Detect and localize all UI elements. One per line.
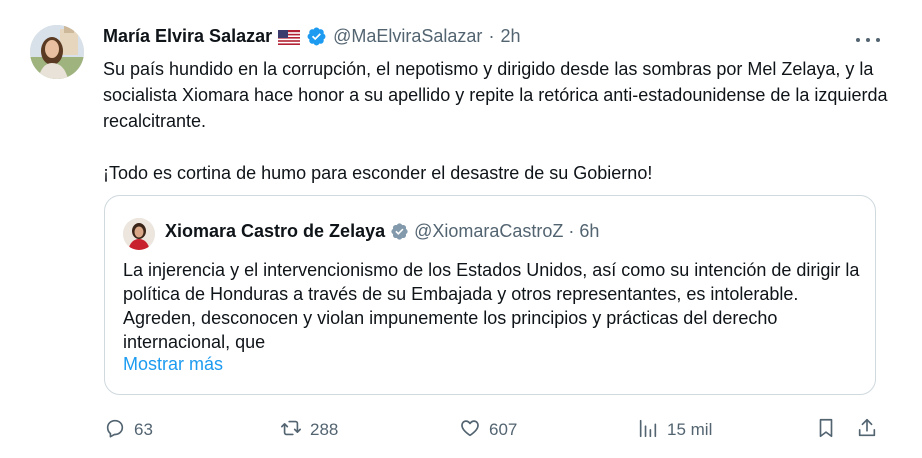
quoted-avatar-image — [123, 218, 155, 250]
repost-count: 288 — [310, 420, 339, 439]
views-count: 15 mil — [667, 420, 713, 439]
share-button[interactable] — [856, 418, 878, 442]
quoted-author-name: Xiomara Castro de Zelaya — [165, 221, 386, 241]
author-avatar[interactable] — [30, 25, 84, 79]
like-button[interactable]: 607 — [459, 418, 517, 442]
more-horizontal-icon[interactable] — [856, 32, 880, 48]
quoted-timestamp: 6h — [579, 221, 600, 241]
heart-icon — [459, 417, 481, 444]
tweet-text: Su país hundido en la corrupción, el nep… — [103, 56, 893, 186]
tweet-action-bar: 63 288 607 15 mil — [0, 418, 922, 442]
repost-icon — [280, 417, 302, 444]
quoted-tweet-card[interactable]: Xiomara Castro de Zelaya @XiomaraCastroZ… — [104, 195, 876, 395]
reply-icon — [104, 417, 126, 444]
verified-badge-icon[interactable] — [306, 26, 327, 47]
like-count: 607 — [489, 420, 518, 439]
reply-button[interactable]: 63 — [104, 418, 153, 442]
quoted-author-handle: @XiomaraCastroZ — [414, 221, 564, 241]
quoted-author-avatar — [123, 218, 155, 250]
separator-dot: · — [488, 25, 495, 46]
separator-dot: · — [568, 221, 575, 241]
timestamp[interactable]: 2h — [500, 26, 520, 47]
author-handle[interactable]: @MaElviraSalazar — [333, 26, 482, 47]
views-chart-icon — [637, 417, 659, 444]
avatar-image — [30, 25, 84, 79]
tweet-paragraph: ¡Todo es cortina de humo para esconder e… — [103, 163, 653, 183]
author-name[interactable]: María Elvira Salazar — [103, 26, 272, 47]
share-icon — [856, 417, 878, 444]
tweet-header: María Elvira Salazar @MaElviraSalazar · … — [103, 24, 520, 48]
tweet-paragraph: Su país hundido en la corrupción, el nep… — [103, 59, 888, 131]
verified-badge-icon — [390, 222, 409, 241]
us-flag-icon — [278, 29, 301, 45]
quoted-tweet-header: Xiomara Castro de Zelaya @XiomaraCastroZ… — [165, 221, 599, 242]
reply-count: 63 — [134, 420, 153, 439]
quoted-tweet-text: La injerencia y el intervencionismo de l… — [123, 260, 860, 352]
bookmark-icon — [815, 417, 837, 444]
bookmark-button[interactable] — [815, 418, 837, 442]
repost-button[interactable]: 288 — [280, 418, 338, 442]
show-more-link[interactable]: Mostrar más — [123, 354, 223, 375]
views-button[interactable]: 15 mil — [637, 418, 712, 442]
